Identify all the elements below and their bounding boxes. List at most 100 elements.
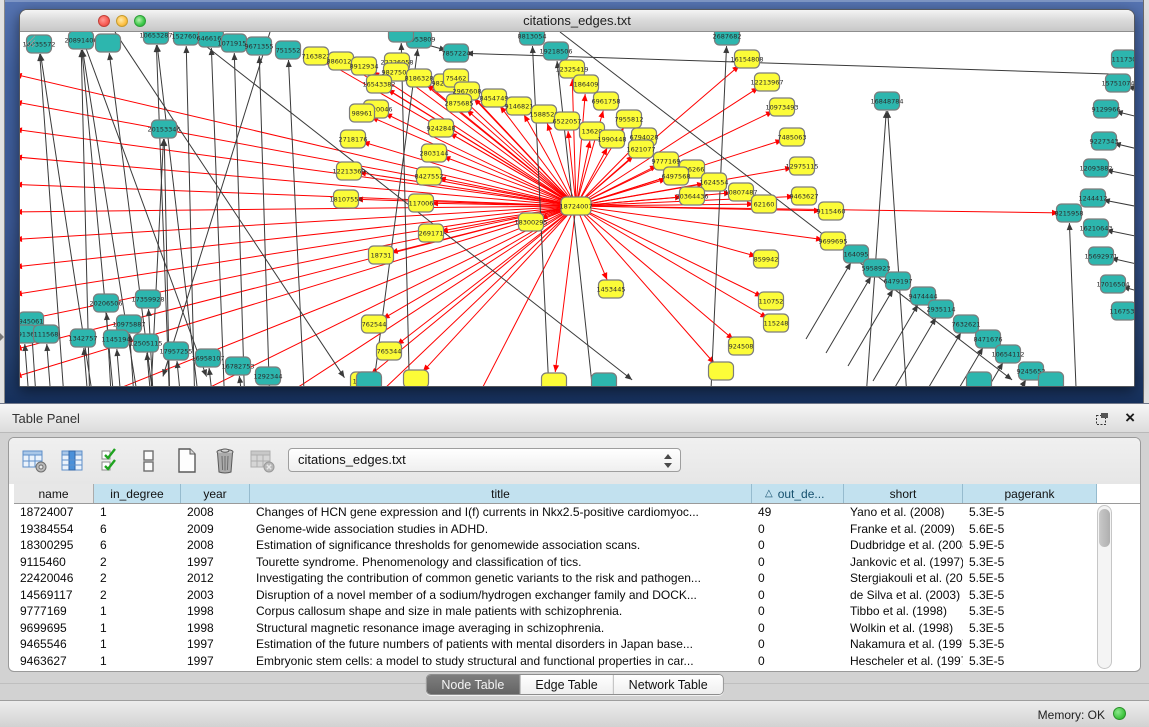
- network-node[interactable]: 111730: [1112, 50, 1135, 68]
- tab-edge-table[interactable]: Edge Table: [520, 675, 613, 694]
- table-cell[interactable]: 0: [752, 603, 844, 620]
- network-node[interactable]: [542, 373, 567, 386]
- network-node[interactable]: 117006: [409, 194, 434, 212]
- table-cell[interactable]: 19384554: [14, 521, 94, 538]
- table-cell[interactable]: 1: [94, 653, 181, 670]
- table-cell[interactable]: 2009: [181, 521, 250, 538]
- network-node[interactable]: 7632621: [952, 315, 981, 333]
- table-cell[interactable]: 6: [94, 521, 181, 538]
- table-cell[interactable]: 9465546: [14, 636, 94, 653]
- network-node[interactable]: 20153346: [147, 120, 180, 138]
- table-row[interactable]: 969969511998Structural magnetic resonanc…: [14, 620, 1140, 637]
- table-cell[interactable]: 1997: [181, 636, 250, 653]
- network-edge[interactable]: [20, 206, 576, 377]
- network-edge[interactable]: [259, 56, 270, 386]
- network-node[interactable]: 1453445: [597, 280, 626, 298]
- memory-status-icon[interactable]: [1113, 707, 1126, 720]
- table-cell[interactable]: 18724007: [14, 504, 94, 521]
- table-cell[interactable]: 9699695: [14, 620, 94, 637]
- network-edge[interactable]: [557, 61, 595, 386]
- network-node[interactable]: [389, 32, 414, 42]
- network-node[interactable]: 20206506: [89, 294, 122, 312]
- network-edge[interactable]: [555, 206, 576, 372]
- table-row[interactable]: 977716911998Corpus callosum shape and si…: [14, 603, 1140, 620]
- network-node[interactable]: 16782753: [221, 357, 254, 375]
- network-node[interactable]: 10654112: [991, 345, 1024, 363]
- network-node[interactable]: 8813054: [518, 32, 547, 45]
- network-node[interactable]: 2718176: [339, 130, 368, 148]
- show-columns-icon[interactable]: [59, 447, 86, 474]
- network-node[interactable]: 9463627: [790, 187, 819, 205]
- network-node[interactable]: 9671355: [245, 37, 274, 55]
- network-node[interactable]: [709, 362, 734, 380]
- network-node[interactable]: 115248: [764, 314, 789, 332]
- table-cell[interactable]: Dudbridge et al. (2008): [844, 537, 963, 554]
- network-node[interactable]: 751552: [276, 41, 301, 59]
- network-node[interactable]: 762544: [362, 315, 387, 333]
- network-edge[interactable]: [450, 133, 576, 206]
- network-node[interactable]: [96, 34, 121, 52]
- table-cell[interactable]: Investigating the contribution of common…: [250, 570, 752, 587]
- network-node[interactable]: 8912934: [350, 57, 379, 75]
- tab-node-table[interactable]: Node Table: [426, 675, 520, 694]
- table-cell[interactable]: 18300295: [14, 537, 94, 554]
- network-node[interactable]: 12213967: [750, 73, 783, 91]
- network-edge[interactable]: [888, 111, 908, 386]
- network-edge[interactable]: [20, 184, 576, 206]
- network-node[interactable]: 18300295: [514, 213, 547, 231]
- table-row[interactable]: 1830029562008Estimation of significance …: [14, 537, 1140, 554]
- table-row[interactable]: 911546021997Tourette syndrome. Phenomeno…: [14, 554, 1140, 571]
- table-cell[interactable]: 0: [752, 653, 844, 670]
- table-cell[interactable]: Stergiakouli et al. (2012): [844, 570, 963, 587]
- network-edge[interactable]: [401, 43, 410, 386]
- table-cell[interactable]: 5.3E-5: [963, 554, 1097, 571]
- table-row[interactable]: 946554611997Estimation of the future num…: [14, 636, 1140, 653]
- table-cell[interactable]: 0: [752, 636, 844, 653]
- table-row[interactable]: 1938455462009Genome-wide association stu…: [14, 521, 1140, 538]
- table-cell[interactable]: 5.5E-5: [963, 570, 1097, 587]
- network-node[interactable]: 2935114: [927, 300, 956, 318]
- left-panel-edge[interactable]: [0, 0, 5, 403]
- table-cell[interactable]: 5.9E-5: [963, 537, 1097, 554]
- table-cell[interactable]: 1997: [181, 653, 250, 670]
- network-node[interactable]: 859942: [754, 250, 779, 268]
- table-settings-icon[interactable]: [21, 447, 48, 474]
- column-header-name[interactable]: name: [14, 484, 94, 503]
- network-edge[interactable]: [826, 277, 871, 353]
- table-cell[interactable]: 5.3E-5: [963, 504, 1097, 521]
- network-node[interactable]: 8427552: [415, 167, 444, 185]
- network-node[interactable]: 1145194: [102, 330, 131, 348]
- table-cell[interactable]: Wolkin et al. (1998): [844, 620, 963, 637]
- network-node[interactable]: 7485063: [778, 128, 807, 146]
- network-node[interactable]: 16210643: [1079, 219, 1112, 237]
- panel-expand-arrow-icon[interactable]: [0, 333, 4, 341]
- delete-trash-icon[interactable]: [211, 447, 238, 474]
- table-cell[interactable]: 1997: [181, 554, 250, 571]
- table-cell[interactable]: 2008: [181, 504, 250, 521]
- network-node[interactable]: 12505115: [129, 334, 162, 352]
- table-cell[interactable]: 2: [94, 554, 181, 571]
- table-cell[interactable]: 0: [752, 587, 844, 604]
- network-node[interactable]: 924508: [729, 337, 754, 355]
- table-cell[interactable]: 2: [94, 570, 181, 587]
- network-node[interactable]: 6961758: [592, 92, 621, 110]
- network-node[interactable]: 1244412: [1079, 189, 1108, 207]
- network-node[interactable]: 18107554: [329, 190, 362, 208]
- network-edge[interactable]: [20, 206, 576, 350]
- network-edge[interactable]: [163, 32, 270, 376]
- network-node[interactable]: [592, 373, 617, 386]
- table-cell[interactable]: 22420046: [14, 570, 94, 587]
- network-node[interactable]: 17016504: [1096, 275, 1129, 293]
- table-cell[interactable]: 5.3E-5: [963, 653, 1097, 670]
- network-node[interactable]: 16543382: [362, 75, 395, 93]
- table-cell[interactable]: 0: [752, 537, 844, 554]
- table-cell[interactable]: 2003: [181, 587, 250, 604]
- column-header-in_degree[interactable]: in_degree: [94, 484, 181, 503]
- network-edge[interactable]: [891, 318, 936, 386]
- network-node[interactable]: 18724007: [559, 197, 592, 215]
- network-node[interactable]: 8186328: [405, 69, 434, 87]
- right-panel-edge[interactable]: [1143, 0, 1149, 403]
- table-cell[interactable]: 1998: [181, 620, 250, 637]
- network-edge[interactable]: [576, 206, 607, 280]
- table-cell[interactable]: 2008: [181, 537, 250, 554]
